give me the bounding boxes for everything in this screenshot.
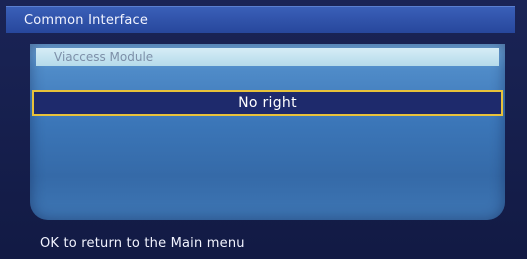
module-title: Viaccess Module [54, 50, 154, 64]
message-text: No right [238, 95, 297, 111]
message-item-selected[interactable]: No right [32, 90, 503, 116]
ci-message-panel: Viaccess Module No right [30, 44, 505, 220]
window-title: Common Interface [24, 12, 149, 28]
tv-osd-screen: Common Interface Viaccess Module No righ… [0, 0, 527, 259]
footer-hint-bar: OK to return to the Main menu [0, 228, 527, 259]
title-bar: Common Interface [6, 6, 515, 33]
footer-hint: OK to return to the Main menu [40, 236, 245, 251]
module-title-bar: Viaccess Module [36, 48, 499, 66]
